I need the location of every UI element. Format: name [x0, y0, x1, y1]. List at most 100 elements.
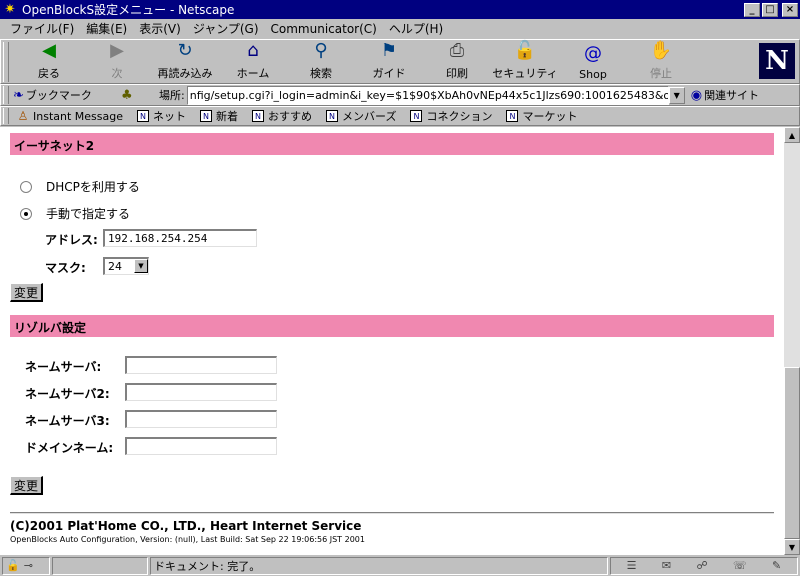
resolver-section-header: リゾルバ設定 — [10, 315, 774, 337]
menu-edit[interactable]: 編集(E) — [80, 20, 133, 37]
scrollbar-thumb[interactable] — [784, 367, 800, 539]
toolbar-grip[interactable] — [3, 41, 9, 82]
menu-communicator[interactable]: Communicator(C) — [265, 22, 383, 36]
personal-bookmark-label: おすすめ — [268, 110, 312, 123]
home-icon: ⌂ — [247, 40, 259, 61]
chevron-down-icon: ▼ — [134, 259, 148, 273]
bookmarks-button[interactable]: ❧ ブックマーク — [13, 87, 121, 103]
progress-bar — [52, 556, 148, 575]
toolbar-button-reload[interactable]: ↻ 再読み込み — [151, 41, 219, 83]
url-input[interactable]: nfig/setup.cgi?i_login=admin&i_key=$1$90… — [186, 85, 669, 105]
window-titlebar[interactable]: ✷ OpenBlockS設定メニュー - Netscape _ □ × — [0, 0, 800, 19]
bookmark-page-icon: N — [137, 110, 149, 122]
toolbar-button-label: 印刷 — [446, 66, 468, 80]
toolbar-button-back-arrow[interactable]: ◀ 戻る — [15, 41, 83, 83]
netscape-logo[interactable]: N — [759, 43, 795, 79]
security-lock-icon: 🔓 — [513, 40, 537, 61]
window-title: OpenBlockS設定メニュー - Netscape — [22, 3, 235, 17]
menu-file[interactable]: ファイル(F) — [4, 20, 80, 37]
resolver-submit-button[interactable]: 変更 — [10, 476, 44, 495]
close-button[interactable]: × — [782, 2, 798, 17]
footer-version: OpenBlocks Auto Configuration, Version: … — [10, 535, 365, 544]
mask-value: 24 — [108, 260, 122, 273]
personal-bookmark-0[interactable]: ♙ Instant Message — [17, 108, 123, 124]
menu-go[interactable]: ジャンプ(G) — [187, 20, 265, 37]
navigator-icon[interactable]: ☰ — [627, 559, 637, 572]
bookmark-page-icon: N — [200, 110, 212, 122]
newsgroup-icon[interactable]: ☍ — [696, 559, 707, 572]
personal-bookmark-label: Instant Message — [33, 109, 123, 123]
toolbar-button-guide[interactable]: ⚑ ガイド — [355, 41, 423, 83]
toolbar-button-label: セキュリティ — [492, 66, 558, 80]
manual-option[interactable]: 手動で指定する — [20, 205, 130, 222]
nameserver2-label: ネームサーバ2: — [25, 387, 110, 401]
reload-icon: ↻ — [177, 40, 193, 61]
menu-help[interactable]: ヘルプ(H) — [383, 20, 449, 37]
menu-view[interactable]: 表示(V) — [133, 20, 187, 37]
personalbar-grip[interactable] — [3, 108, 9, 124]
security-status[interactable]: 🔓 ⊸ — [2, 556, 50, 575]
dhcp-radio[interactable] — [20, 180, 32, 193]
toolbar-button-home[interactable]: ⌂ ホーム — [219, 41, 287, 83]
scroll-down-button[interactable]: ▼ — [784, 539, 800, 555]
toolbar-button-forward-arrow[interactable]: ▶ 次 — [83, 41, 151, 83]
nameserver3-input[interactable] — [125, 410, 277, 428]
ethernet2-submit-button[interactable]: 変更 — [10, 283, 44, 302]
bookmarks-icon: ❧ — [13, 87, 24, 103]
address-input[interactable]: 192.168.254.254 — [103, 229, 257, 247]
personal-bookmark-5[interactable]: N コネクション — [410, 108, 492, 124]
nameserver1-label: ネームサーバ: — [25, 360, 102, 374]
arrow-down-icon: ▼ — [788, 542, 796, 552]
personal-bookmark-label: メンバーズ — [342, 110, 397, 123]
personal-bookmark-1[interactable]: N ネット — [137, 108, 186, 124]
toolbar-button-label: Shop — [579, 67, 607, 81]
status-bar: 🔓 ⊸ ドキュメント: 完了。 ☰ ✉ ☍ ☏ ✎ — [0, 555, 800, 576]
ethernet2-section-header: イーサネット2 — [10, 133, 774, 155]
vertical-scrollbar[interactable]: ▲ ▼ — [784, 127, 800, 555]
url-dropdown-button[interactable]: ▼ — [668, 86, 685, 104]
page-proxy-icon[interactable]: ♣ — [121, 88, 137, 103]
lock-icon: 🔓 — [6, 559, 20, 572]
dhcp-label: DHCPを利用する — [46, 180, 140, 194]
mail-icon[interactable]: ✉ — [662, 559, 671, 572]
back-arrow-icon: ◀ — [42, 40, 56, 61]
shop-icon: @ — [584, 42, 602, 64]
nameserver1-input[interactable] — [125, 356, 277, 374]
scroll-up-button[interactable]: ▲ — [784, 127, 800, 143]
personal-bookmark-2[interactable]: N 新着 — [200, 108, 238, 124]
toolbar-button-shop[interactable]: @ Shop — [559, 41, 627, 83]
personal-bookmark-label: 新着 — [216, 110, 238, 123]
footer-copyright: (C)2001 Plat'Home CO., LTD., Heart Inter… — [10, 519, 362, 533]
composer-icon[interactable]: ✎ — [772, 559, 781, 572]
personal-bookmark-3[interactable]: N おすすめ — [252, 108, 312, 124]
toolbar-button-label: 検索 — [310, 66, 332, 80]
toolbar-button-search[interactable]: ⚲ 検索 — [287, 41, 355, 83]
domain-name-input[interactable] — [125, 437, 277, 455]
dhcp-option[interactable]: DHCPを利用する — [20, 178, 140, 195]
toolbar-button-print[interactable]: ⎙ 印刷 — [423, 41, 491, 83]
toolbar-button-security-lock[interactable]: 🔓 セキュリティ — [491, 41, 559, 83]
toolbar-button-stop[interactable]: ✋ 停止 — [627, 41, 695, 83]
connection-icon: ⊸ — [23, 559, 33, 572]
related-sites-button[interactable]: ◉ 関連サイト — [691, 87, 759, 103]
domain-name-label: ドメインネーム: — [25, 441, 114, 455]
address-label: アドレス: — [45, 233, 98, 247]
personal-bookmark-6[interactable]: N マーケット — [506, 108, 577, 124]
toolbar-button-label: ホーム — [236, 66, 270, 80]
locbar-grip[interactable] — [3, 86, 9, 104]
minimize-button[interactable]: _ — [744, 2, 760, 17]
manual-radio[interactable] — [20, 207, 32, 220]
netscape-app-icon: ✷ — [4, 2, 16, 17]
mask-select[interactable]: 24 ▼ — [103, 257, 149, 275]
toolbar-button-label: 戻る — [38, 66, 60, 80]
navigation-toolbar: ◀ 戻る ▶ 次 ↻ 再読み込み ⌂ ホーム ⚲ 検索 ⚑ ガイド ⎙ 印刷 🔓 セキュリティ @ Shop ✋ 停止… — [0, 39, 800, 84]
maximize-button[interactable]: □ — [762, 2, 778, 17]
location-label: 場所: — [159, 89, 185, 102]
stop-icon: ✋ — [649, 40, 673, 61]
nameserver2-input[interactable] — [125, 383, 277, 401]
toolbar-button-label: 停止 — [650, 66, 672, 80]
personal-bookmark-4[interactable]: N メンバーズ — [326, 108, 396, 124]
arrow-up-icon: ▲ — [788, 130, 796, 140]
bookmarks-label: ブックマーク — [25, 89, 92, 102]
address-book-icon[interactable]: ☏ — [733, 559, 747, 572]
